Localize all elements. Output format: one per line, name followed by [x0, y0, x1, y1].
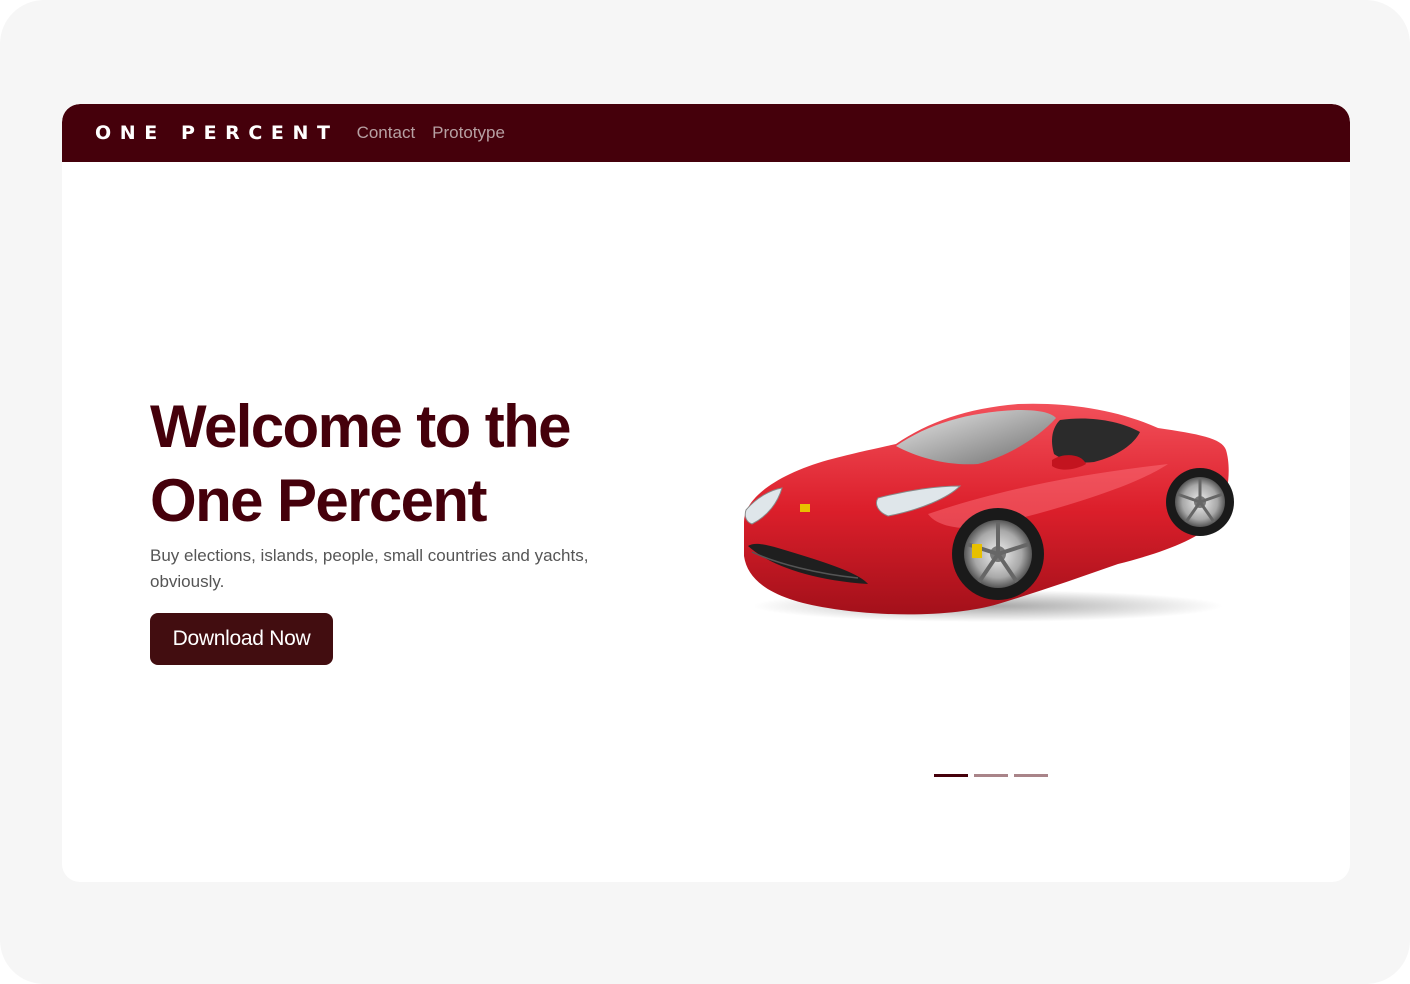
hero-title-line-1: Welcome to the [150, 393, 572, 460]
hero-title-line-2: One Percent [150, 467, 487, 534]
carousel-indicator-3[interactable] [1014, 774, 1048, 777]
carousel-indicator-1[interactable] [934, 774, 968, 777]
top-navbar: ONE PERCENT Contact Prototype [62, 104, 1350, 162]
carousel-indicators [934, 774, 1048, 777]
download-now-button[interactable]: Download Now [150, 613, 333, 665]
hero-subtitle: Buy elections, islands, people, small co… [150, 546, 589, 591]
brand-logo[interactable]: ONE PERCENT [95, 122, 339, 144]
device-frame: ONE PERCENT Contact Prototype Welcome to… [0, 0, 1410, 984]
nav-link-contact[interactable]: Contact [357, 123, 416, 143]
carousel-indicator-2[interactable] [974, 774, 1008, 777]
hero-title: Welcome to the One Percent [150, 390, 670, 538]
sports-car-image [744, 403, 1234, 622]
nav-link-prototype[interactable]: Prototype [432, 123, 505, 143]
browser-window: ONE PERCENT Contact Prototype Welcome to… [62, 104, 1350, 882]
